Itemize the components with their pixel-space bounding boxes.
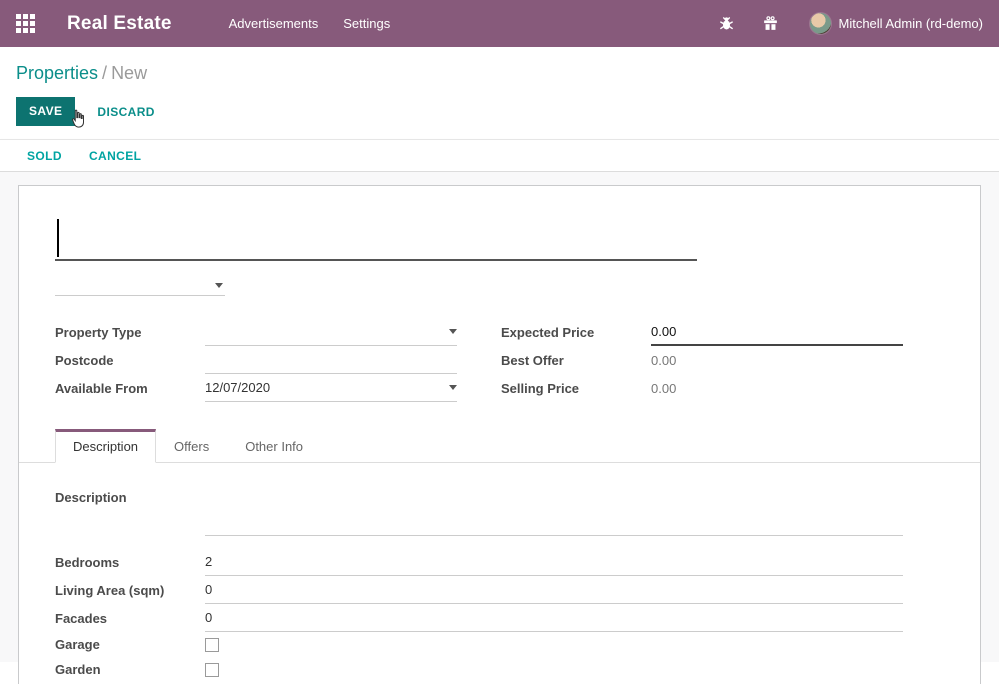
expected-price-label: Expected Price [501,325,651,340]
apps-grid-icon[interactable] [16,14,36,34]
tab-bar: Description Offers Other Info [19,428,980,463]
breadcrumb-separator: / [98,63,111,83]
best-offer-amount: 0.00 [651,353,676,368]
property-name-input[interactable] [55,215,697,261]
bedrooms-input[interactable]: 2 [205,548,903,576]
notebook: Description Offers Other Info Descriptio… [19,428,980,684]
field-row-bedrooms: Bedrooms 2 [55,548,903,576]
description-tab-pane: Description Bedrooms 2 Living Area (sqm)… [19,463,980,684]
form-view-background: Property Type Postcode Available From [0,172,999,662]
living-area-value: 0 [205,582,212,597]
description-textarea[interactable] [205,490,903,536]
text-caret [57,219,59,257]
selling-price-amount: 0.00 [651,381,676,396]
tab-other-info[interactable]: Other Info [227,429,321,463]
facades-value: 0 [205,610,212,625]
field-row-living-area: Living Area (sqm) 0 [55,576,903,604]
discard-button[interactable]: DISCARD [97,105,154,119]
user-menu[interactable]: Mitchell Admin (rd-demo) [839,16,984,31]
property-tags-input[interactable] [55,274,225,296]
cancel-button[interactable]: CANCEL [89,149,141,163]
field-row-garage: Garage [55,632,903,657]
field-row-facades: Facades 0 [55,604,903,632]
chevron-down-icon [449,329,457,334]
app-title[interactable]: Real Estate [67,13,172,35]
menu-advertisements[interactable]: Advertisements [229,16,319,31]
statusbar: SOLD CANCEL [0,139,999,172]
right-column: Expected Price 0.00 Best Offer 0.00 Sell… [501,318,903,402]
left-column: Property Type Postcode Available From [55,318,457,402]
selling-price-value: 0.00 [651,374,903,402]
best-offer-value: 0.00 [651,346,903,374]
property-type-select[interactable] [205,318,457,346]
tab-offers[interactable]: Offers [156,429,227,463]
description-label: Description [55,490,205,505]
bedrooms-value: 2 [205,554,212,569]
garage-label: Garage [55,637,205,652]
postcode-input[interactable] [205,346,457,374]
garden-label: Garden [55,662,205,677]
bedrooms-label: Bedrooms [55,555,205,570]
form-sheet: Property Type Postcode Available From [18,185,981,684]
gift-icon[interactable] [762,15,779,32]
menu-settings[interactable]: Settings [343,16,390,31]
selling-price-label: Selling Price [501,381,651,396]
expected-price-value: 0.00 [651,324,676,339]
field-row-selling-price: Selling Price 0.00 [501,374,903,402]
field-row-description: Description [55,490,903,536]
field-row-available-from: Available From 12/07/2020 [55,374,457,402]
available-from-date-input[interactable]: 12/07/2020 [205,374,457,402]
bug-icon[interactable] [718,15,735,32]
facades-input[interactable]: 0 [205,604,903,632]
action-row: SAVE DISCARD [16,97,999,126]
expected-price-input[interactable]: 0.00 [651,318,903,346]
field-row-garden: Garden [55,657,903,682]
user-avatar [809,12,832,35]
field-row-property-type: Property Type [55,318,457,346]
available-from-value: 12/07/2020 [205,380,270,395]
tab-description[interactable]: Description [55,429,156,463]
top-navbar: Real Estate Advertisements Settings Mitc… [0,0,999,47]
living-area-input[interactable]: 0 [205,576,903,604]
facades-label: Facades [55,611,205,626]
breadcrumb-properties-link[interactable]: Properties [16,63,98,83]
navbar-right: Mitchell Admin (rd-demo) [718,12,984,35]
available-from-label: Available From [55,381,205,396]
hand-pointer-cursor-icon [67,108,89,130]
save-button[interactable]: SAVE [16,97,75,126]
breadcrumb-current: New [111,63,147,83]
save-button-label: SAVE [29,104,62,118]
property-type-label: Property Type [55,325,205,340]
field-grid: Property Type Postcode Available From [19,318,980,402]
garden-checkbox[interactable] [205,663,219,677]
best-offer-label: Best Offer [501,353,651,368]
chevron-down-icon [215,283,223,288]
sold-button[interactable]: SOLD [27,149,62,163]
postcode-label: Postcode [55,353,205,368]
field-row-postcode: Postcode [55,346,457,374]
living-area-label: Living Area (sqm) [55,583,205,598]
breadcrumb: Properties/New [0,47,999,84]
field-row-expected-price: Expected Price 0.00 [501,318,903,346]
chevron-down-icon [449,385,457,390]
garage-checkbox[interactable] [205,638,219,652]
field-row-best-offer: Best Offer 0.00 [501,346,903,374]
